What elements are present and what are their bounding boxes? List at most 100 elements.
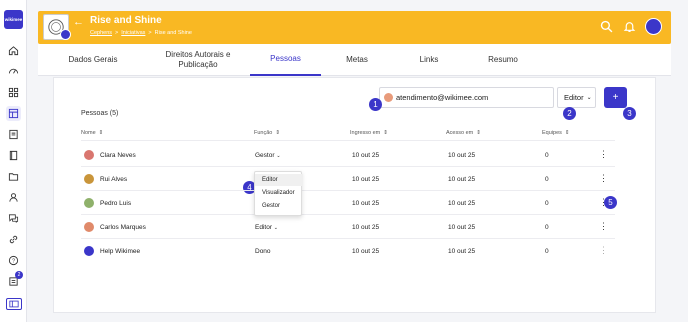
chat-icon[interactable] <box>6 211 21 226</box>
person-name: Clara Neves <box>100 152 136 159</box>
invite-email-field[interactable]: atendimento@wikimee.com <box>379 87 554 108</box>
user-icon[interactable] <box>6 190 21 205</box>
teams-count: 0 <box>545 224 549 231</box>
sort-icon: ⇕ <box>383 130 388 136</box>
access-date: 10 out 25 <box>448 176 476 183</box>
breadcrumb-cephens[interactable]: Cephens <box>90 30 112 36</box>
person-name: Carlos Marques <box>100 224 146 231</box>
help-icon[interactable]: ? <box>6 253 21 268</box>
column-header-teams[interactable]: Equipes ⇕ <box>542 130 570 136</box>
role-select[interactable]: Gestor ⌄ <box>255 152 281 159</box>
tab-pessoas[interactable]: Pessoas <box>250 44 321 76</box>
tab-metas[interactable]: Metas <box>321 44 393 76</box>
row-menu-icon[interactable]: ⋮ <box>599 149 608 160</box>
teams-count: 0 <box>545 152 549 159</box>
sort-icon: ⇕ <box>564 130 570 136</box>
column-header-role[interactable]: Função ⇕ <box>254 130 280 136</box>
access-date: 10 out 25 <box>448 200 476 207</box>
step-marker-2: 2 <box>563 107 576 120</box>
chevron-down-icon: ⌄ <box>586 95 592 101</box>
tab-direitos-autorais[interactable]: Direitos Autorais e Publicação <box>148 44 248 76</box>
sort-icon: ⇕ <box>476 130 481 136</box>
invite-role-select[interactable]: Editor ⌄ <box>557 87 596 108</box>
dashboard-icon[interactable] <box>6 64 21 79</box>
bell-icon[interactable] <box>623 20 636 33</box>
invite-email-value: atendimento@wikimee.com <box>396 93 489 102</box>
project-owner-badge <box>60 29 71 40</box>
divider <box>81 214 615 215</box>
tab-links[interactable]: Links <box>393 44 465 76</box>
search-icon[interactable] <box>600 20 613 33</box>
role-option-editor[interactable]: Editor <box>255 174 303 186</box>
panel-icon[interactable] <box>6 298 22 310</box>
breadcrumb: Cephens > Iniciativas > Rise and Shine <box>90 30 192 36</box>
divider <box>81 238 615 239</box>
chevron-down-icon: ⌄ <box>273 225 278 231</box>
avatar <box>84 246 94 256</box>
board-icon[interactable] <box>6 106 21 121</box>
invite-role-value: Editor <box>564 93 584 102</box>
row-menu-icon[interactable]: ⋮ <box>599 221 608 232</box>
person-name: Pedro Luis <box>100 200 132 207</box>
tab-dados-gerais[interactable]: Dados Gerais <box>38 44 148 76</box>
joined-date: 10 out 25 <box>352 224 380 231</box>
app-logo[interactable]: wikimee <box>4 10 23 29</box>
avatar <box>84 174 94 184</box>
invitee-avatar <box>384 93 393 102</box>
grid-icon[interactable] <box>6 85 21 100</box>
document-icon[interactable] <box>6 127 21 142</box>
joined-date: 10 out 25 <box>352 248 380 255</box>
row-menu-icon[interactable]: ⋮ <box>599 245 608 256</box>
people-count: Pessoas (5) <box>81 110 119 117</box>
role-value: Dono <box>255 248 271 255</box>
breadcrumb-current: Rise and Shine <box>154 30 192 36</box>
column-header-name[interactable]: Nome ⇕ <box>81 130 103 136</box>
project-header: ← Rise and Shine Cephens > Iniciativas >… <box>38 11 671 44</box>
divider <box>81 190 615 191</box>
access-date: 10 out 25 <box>448 224 476 231</box>
row-menu-icon[interactable]: ⋮ <box>599 197 608 208</box>
sort-icon: ⇕ <box>98 130 104 136</box>
link-icon[interactable] <box>6 232 21 247</box>
notification-badge: 2 <box>15 271 23 279</box>
access-date: 10 out 25 <box>448 152 476 159</box>
sidebar: wikimee ? 2 <box>0 0 27 322</box>
person-name: Help Wikimee <box>100 248 141 255</box>
home-icon[interactable] <box>6 43 21 58</box>
role-option-visualizador[interactable]: Visualizador <box>255 187 303 199</box>
book-icon[interactable] <box>6 148 21 163</box>
tab-bar: Dados Gerais Direitos Autorais e Publica… <box>38 44 671 76</box>
teams-count: 0 <box>545 176 549 183</box>
step-marker-3: 3 <box>623 107 636 120</box>
row-menu-icon[interactable]: ⋮ <box>599 173 608 184</box>
avatar[interactable] <box>645 18 662 35</box>
avatar <box>84 222 94 232</box>
breadcrumb-iniciativas[interactable]: Iniciativas <box>121 30 145 36</box>
divider <box>81 166 615 167</box>
chevron-down-icon: ⌄ <box>276 153 281 159</box>
column-header-access[interactable]: Acesso em ⇕ <box>446 130 481 136</box>
add-person-button[interactable]: + <box>604 87 627 108</box>
role-dropdown-menu: Editor Visualizador Gestor <box>254 171 303 216</box>
role-option-gestor[interactable]: Gestor <box>255 200 303 212</box>
teams-count: 0 <box>545 200 549 207</box>
back-arrow-icon[interactable]: ← <box>73 16 84 28</box>
access-date: 10 out 25 <box>448 248 476 255</box>
role-select[interactable]: Editor ⌄ <box>255 224 278 231</box>
person-name: Rui Alves <box>100 176 128 183</box>
column-header-joined[interactable]: Ingresso em ⇕ <box>350 130 388 136</box>
joined-date: 10 out 25 <box>352 200 380 207</box>
sort-icon: ⇕ <box>275 130 280 136</box>
page-title: Rise and Shine <box>90 15 162 26</box>
folder-icon[interactable] <box>6 169 21 184</box>
avatar <box>84 150 94 160</box>
avatar <box>84 198 94 208</box>
tab-resumo[interactable]: Resumo <box>465 44 541 76</box>
notification-list-icon[interactable]: 2 <box>6 271 23 289</box>
teams-count: 0 <box>545 248 549 255</box>
joined-date: 10 out 25 <box>352 176 380 183</box>
divider <box>81 140 615 141</box>
step-marker-1: 1 <box>369 98 382 111</box>
joined-date: 10 out 25 <box>352 152 380 159</box>
svg-text:?: ? <box>12 259 15 265</box>
